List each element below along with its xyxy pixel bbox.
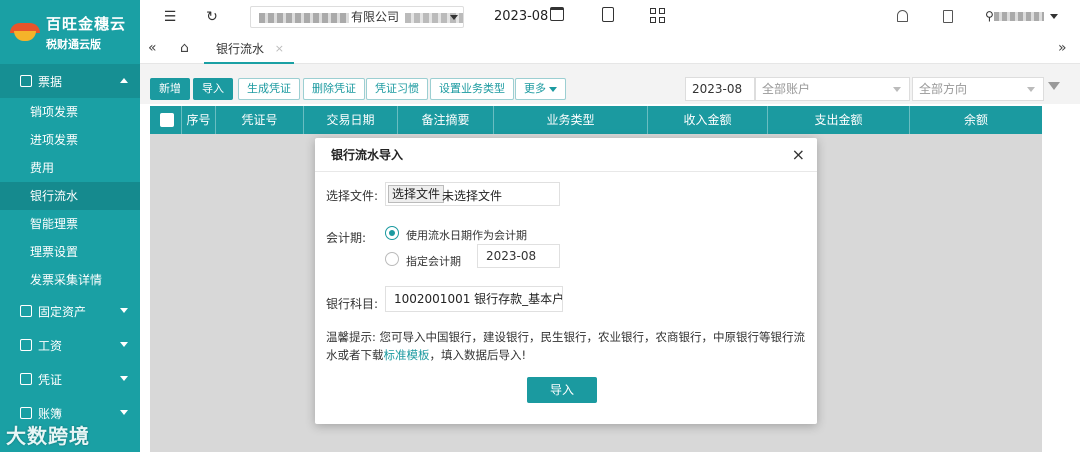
user-icon: ⚲ <box>985 9 994 23</box>
sidebar-item-invoice-collection[interactable]: 发票采集详情 <box>0 266 140 294</box>
brand-edition: 税财通云版 <box>46 37 101 51</box>
company-select[interactable]: 有限公司 <box>250 6 464 28</box>
calculator-icon[interactable] <box>943 10 953 23</box>
column-header[interactable]: 余额 <box>910 106 1042 134</box>
chevron-down-icon <box>120 308 128 313</box>
tab-bar: « ⌂ 银行流水 × » <box>140 34 1080 64</box>
direction-filter[interactable]: 全部方向 <box>912 77 1044 101</box>
monitor-icon <box>20 339 32 351</box>
period-filter[interactable]: 2023-08 <box>685 77 755 101</box>
column-header[interactable]: 交易日期 <box>304 106 398 134</box>
chevron-down-icon <box>120 376 128 381</box>
tab-next-icon[interactable]: » <box>1058 40 1067 56</box>
set-business-type-button[interactable]: 设置业务类型 <box>430 78 514 100</box>
sidebar-group-bills[interactable]: 票据 <box>0 64 140 98</box>
notepad-icon[interactable] <box>602 7 614 22</box>
sidebar-group-salary[interactable]: 工资 <box>0 328 140 362</box>
tab-prev-icon[interactable]: « <box>148 40 157 56</box>
sidebar-item-bank-flow[interactable]: 银行流水 <box>0 182 140 210</box>
import-toolbar-button[interactable]: 导入 <box>193 78 233 100</box>
account-filter[interactable]: 全部账户 <box>755 77 910 101</box>
bank-account-select[interactable]: 1002001001 银行存款_基本户_基本户 <box>385 286 563 312</box>
filter-icon[interactable] <box>1048 82 1060 90</box>
redacted-text <box>259 12 349 23</box>
user-menu[interactable]: ⚲ <box>985 9 1058 23</box>
sidebar-item-sort-settings[interactable]: 理票设置 <box>0 238 140 266</box>
account-label: 银行科目: <box>326 297 379 311</box>
add-button[interactable]: 新增 <box>150 78 190 100</box>
chevron-up-icon <box>120 78 128 83</box>
calendar-icon[interactable] <box>550 7 564 21</box>
voucher-habit-button[interactable]: 凭证习惯 <box>366 78 428 100</box>
toolbar: 新增 导入 生成凭证 删除凭证 凭证习惯 设置业务类型 更多 2023-08 全… <box>140 64 1080 104</box>
chevron-down-icon <box>120 410 128 415</box>
brand-logo: 百旺金穗云 税财通云版 <box>0 0 140 64</box>
select-all-checkbox[interactable] <box>160 113 174 127</box>
home-icon[interactable]: ⌂ <box>180 40 189 56</box>
table-header: 序号 凭证号 交易日期 备注摘要 业务类型 收入金额 支出金额 余额 <box>150 106 1042 134</box>
sidebar-item-purchase-invoice[interactable]: 进项发票 <box>0 126 140 154</box>
radio-specify-period-label[interactable]: 指定会计期 <box>406 253 461 269</box>
sidebar-item-sales-invoice[interactable]: 销项发票 <box>0 98 140 126</box>
close-icon[interactable]: × <box>792 138 805 172</box>
period-label: 会计期: <box>326 231 367 245</box>
chevron-down-icon <box>450 15 458 20</box>
top-bar: ☰ ↻ 有限公司 2023-08 ⚲ <box>140 0 1080 34</box>
bill-icon <box>20 75 32 87</box>
building-icon <box>20 305 32 317</box>
menu-toggle-icon[interactable]: ☰ <box>156 3 184 31</box>
file-input[interactable]: 选择文件 未选择文件 <box>385 182 560 206</box>
redacted-text <box>993 12 1044 21</box>
sidebar-group-fixed-assets[interactable]: 固定资产 <box>0 294 140 328</box>
watermark: 大数跨境 <box>6 424 90 448</box>
delete-voucher-button[interactable]: 删除凭证 <box>303 78 365 100</box>
column-header[interactable]: 凭证号 <box>216 106 304 134</box>
column-header[interactable]: 收入金额 <box>648 106 768 134</box>
chevron-down-icon <box>893 87 901 92</box>
tab-bank-flow[interactable]: 银行流水 × <box>204 36 294 64</box>
voucher-icon <box>20 373 32 385</box>
radio-flow-date[interactable] <box>385 226 399 240</box>
chevron-down-icon <box>1049 14 1058 19</box>
sidebar-item-expense[interactable]: 费用 <box>0 154 140 182</box>
bell-icon[interactable] <box>897 10 908 22</box>
import-button[interactable]: 导入 <box>527 377 597 403</box>
sidebar-item-smart-sort[interactable]: 智能理票 <box>0 210 140 238</box>
choose-file-button[interactable]: 选择文件 <box>388 185 445 203</box>
header-period[interactable]: 2023-08 <box>494 9 548 24</box>
file-label: 选择文件: <box>326 189 379 203</box>
generate-voucher-button[interactable]: 生成凭证 <box>238 78 300 100</box>
dialog-title: 银行流水导入 × <box>315 138 817 172</box>
column-header[interactable]: 支出金额 <box>768 106 910 134</box>
brand-name: 百旺金穗云 <box>46 14 127 33</box>
tip-text: 温馨提示: 您可导入中国银行，建设银行，民生银行，农业银行，农商银行，中原银行等… <box>326 330 806 362</box>
sidebar-group-voucher[interactable]: 凭证 <box>0 362 140 396</box>
bank-flow-import-dialog: 银行流水导入 × 选择文件: 选择文件 未选择文件 会计期: 使用流水日期作为会… <box>315 138 817 424</box>
radio-specify-period[interactable] <box>385 252 399 266</box>
apps-grid-icon[interactable] <box>650 8 666 24</box>
sidebar: 百旺金穗云 税财通云版 票据 销项发票 进项发票 费用 银行流水 智能理票 理票… <box>0 0 140 452</box>
sidebar-submenu-bills: 销项发票 进项发票 费用 银行流水 智能理票 理票设置 发票采集详情 <box>0 98 140 294</box>
column-header[interactable]: 备注摘要 <box>398 106 494 134</box>
specified-period-input[interactable]: 2023-08 <box>477 244 560 268</box>
more-button[interactable]: 更多 <box>515 78 566 100</box>
brand-logo-icon <box>10 21 40 43</box>
column-header[interactable]: 序号 <box>182 106 216 134</box>
tab-close-icon[interactable]: × <box>275 36 284 62</box>
chevron-down-icon <box>549 86 557 92</box>
refresh-icon[interactable]: ↻ <box>198 3 226 31</box>
file-status: 未选择文件 <box>442 189 503 203</box>
radio-flow-date-label[interactable]: 使用流水日期作为会计期 <box>406 227 527 243</box>
standard-template-link[interactable]: 标准模板 <box>384 348 430 362</box>
column-header[interactable]: 业务类型 <box>494 106 648 134</box>
chevron-down-icon <box>1027 87 1035 92</box>
ledger-icon <box>20 407 32 419</box>
chevron-down-icon <box>120 342 128 347</box>
